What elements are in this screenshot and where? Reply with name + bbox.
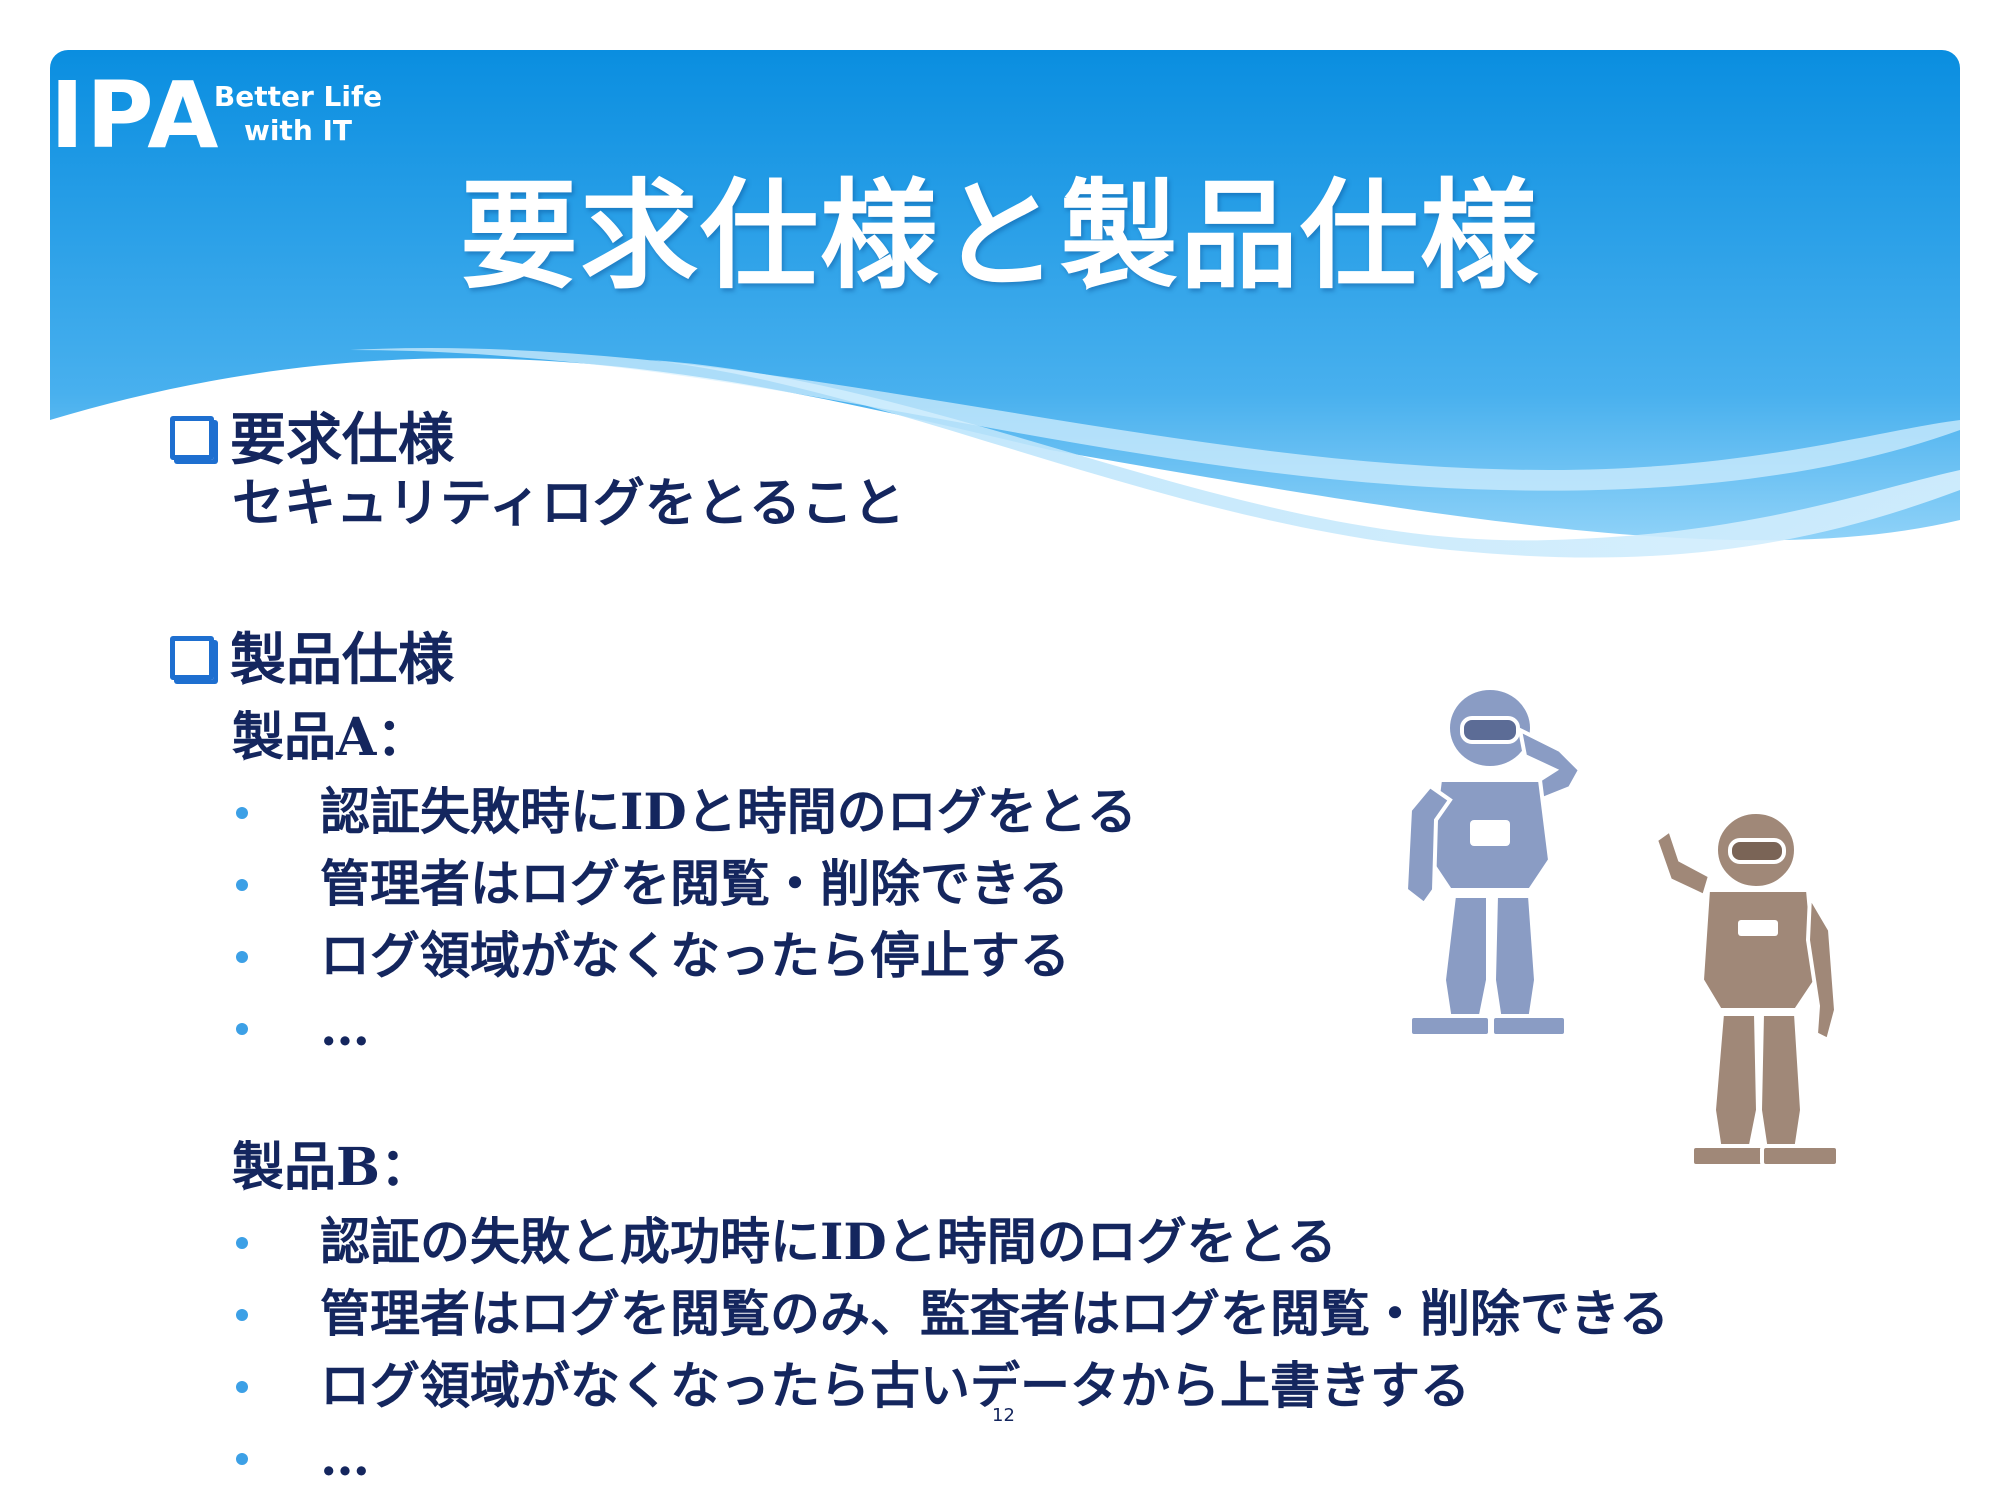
page-number: 12 bbox=[992, 1405, 1015, 1426]
list-item-text: 管理者はログを閲覧のみ、監査者はログを閲覧・削除できる bbox=[320, 1284, 1669, 1343]
product-heading-text: 製品仕様 bbox=[230, 627, 454, 693]
bullet-dot-icon bbox=[236, 951, 248, 963]
list-item-text: 認証失敗時にIDと時間のログをとる bbox=[320, 782, 1137, 841]
brown-robot-icon bbox=[1653, 810, 1840, 1168]
checkbox-bullet-icon bbox=[170, 416, 214, 461]
bullet-dot-icon bbox=[236, 1453, 248, 1465]
product-b-label: 製品B： bbox=[232, 1137, 432, 1198]
slide-title: 要求仕様と製品仕様 bbox=[459, 166, 1540, 305]
requirement-heading-text: 要求仕様 bbox=[230, 407, 454, 473]
bullet-dot-icon bbox=[236, 807, 248, 819]
section-heading-product: 製品仕様 bbox=[170, 625, 454, 695]
bullet-dot-icon bbox=[236, 879, 248, 891]
list-item-text: 認証の失敗と成功時にIDと時間のログをとる bbox=[320, 1212, 1337, 1271]
checkbox-bullet-icon bbox=[170, 636, 214, 681]
product-a-label: 製品A： bbox=[232, 707, 429, 768]
robots-illustration bbox=[1370, 686, 1870, 1210]
bullet-dot-icon bbox=[236, 1023, 248, 1035]
requirement-text: セキュリティログをとること bbox=[232, 473, 905, 534]
logo-tagline: Better Life with IT bbox=[208, 80, 388, 148]
logo-tagline-line1: Better Life bbox=[213, 80, 383, 113]
bullet-dot-icon bbox=[236, 1237, 248, 1249]
list-item-text: ログ領域がなくなったら停止する bbox=[320, 926, 1070, 985]
list-item-text: ログ領域がなくなったら古いデータから上書きする bbox=[320, 1356, 1470, 1415]
robot-pair-icon bbox=[1403, 686, 1840, 1168]
blue-robot-icon bbox=[1403, 686, 1583, 1038]
list-item-text: … bbox=[320, 1428, 370, 1487]
list-item-text: … bbox=[320, 998, 370, 1057]
list-item-text: 管理者はログを閲覧・削除できる bbox=[320, 854, 1069, 913]
bullet-dot-icon bbox=[236, 1309, 248, 1321]
section-heading-requirement: 要求仕様 bbox=[170, 405, 454, 475]
bullet-dot-icon bbox=[236, 1381, 248, 1393]
